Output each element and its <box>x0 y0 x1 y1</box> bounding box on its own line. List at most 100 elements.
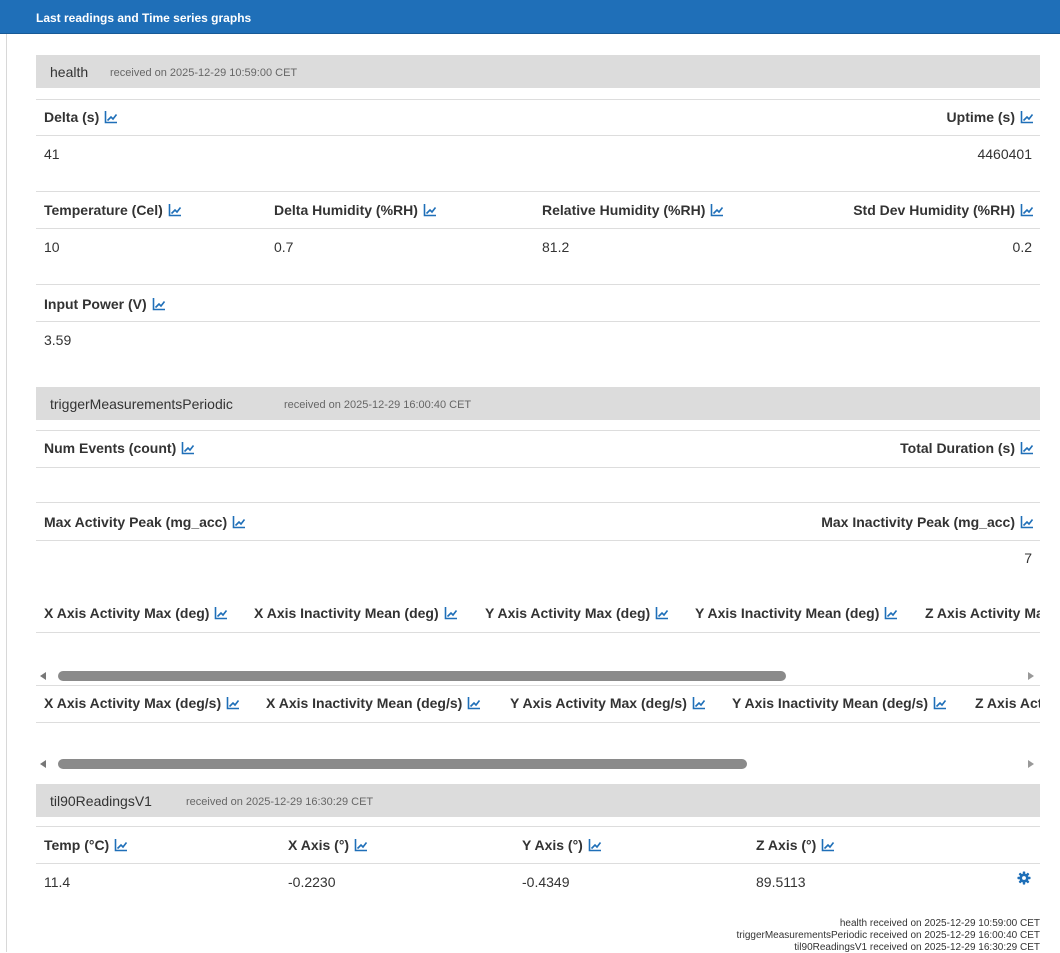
metric-value-y-axis: -0.4349 <box>522 874 570 890</box>
chart-icon[interactable] <box>354 838 368 852</box>
horizontal-scrollbar-degs[interactable] <box>36 757 1040 771</box>
label-text: Z Axis Activity Max (deg/s) <box>975 695 1040 711</box>
scroll-right-arrow-icon[interactable] <box>1028 760 1034 768</box>
chart-icon[interactable] <box>692 696 706 710</box>
metric-label-x-activity-max-deg: X Axis Activity Max (deg) <box>44 604 228 622</box>
metric-value-x-axis: -0.2230 <box>288 874 336 890</box>
metric-label-temperature: Temperature (Cel) <box>44 201 182 219</box>
label-text: Y Axis Inactivity Mean (deg/s) <box>732 695 929 711</box>
metric-label-delta-humidity: Delta Humidity (%RH) <box>274 201 437 219</box>
label-text: Delta Humidity (%RH) <box>274 202 418 218</box>
chart-icon[interactable] <box>710 203 724 217</box>
chart-icon[interactable] <box>1020 203 1034 217</box>
divider <box>36 502 1040 503</box>
divider <box>36 135 1040 136</box>
metric-label-z-activity-max-degs: Z Axis Activity Max (deg/s) <box>975 694 1040 712</box>
chart-icon[interactable] <box>821 838 835 852</box>
chart-icon[interactable] <box>1020 515 1034 529</box>
chart-icon[interactable] <box>181 441 195 455</box>
metric-label-temp: Temp (°C) <box>44 836 128 854</box>
scroll-left-arrow-icon[interactable] <box>40 672 46 680</box>
metric-label-z-axis: Z Axis (°) <box>756 836 835 854</box>
chart-icon[interactable] <box>467 696 481 710</box>
label-text: X Axis Inactivity Mean (deg) <box>254 605 439 621</box>
chart-icon[interactable] <box>1020 110 1034 124</box>
metric-label-num-events: Num Events (count) <box>44 439 195 457</box>
label-text: X Axis Activity Max (deg/s) <box>44 695 222 711</box>
metric-value-z-axis: 89.5113 <box>756 874 806 890</box>
label-text: Y Axis (°) <box>522 837 583 853</box>
footer-line-til90: til90ReadingsV1 received on 2025-12-29 1… <box>794 942 1040 953</box>
chart-icon[interactable] <box>114 838 128 852</box>
section-name: health <box>50 64 89 80</box>
metric-label-y-activity-max-deg: Y Axis Activity Max (deg) <box>485 604 669 622</box>
chart-icon[interactable] <box>884 606 898 620</box>
label-text: Max Activity Peak (mg_acc) <box>44 514 228 530</box>
chart-icon[interactable] <box>214 606 228 620</box>
metric-label-uptime: Uptime (s) <box>947 108 1034 126</box>
divider <box>36 685 1040 686</box>
label-text: X Axis (°) <box>288 837 350 853</box>
chart-icon[interactable] <box>444 606 458 620</box>
metric-label-x-activity-max-degs: X Axis Activity Max (deg/s) <box>44 694 240 712</box>
horizontal-scrollbar-deg[interactable] <box>36 669 1040 683</box>
chart-icon[interactable] <box>168 203 182 217</box>
scroll-left-arrow-icon[interactable] <box>40 760 46 768</box>
chart-icon[interactable] <box>226 696 240 710</box>
label-text: Max Inactivity Peak (mg_acc) <box>821 514 1015 530</box>
chart-icon[interactable] <box>588 838 602 852</box>
chart-icon[interactable] <box>655 606 669 620</box>
metric-label-x-inactivity-mean-degs: X Axis Inactivity Mean (deg/s) <box>266 694 481 712</box>
gear-icon[interactable] <box>1017 871 1031 885</box>
chart-icon[interactable] <box>933 696 947 710</box>
metric-label-z-activity-max-deg: Z Axis Activity Max (deg) <box>925 604 1040 622</box>
divider <box>36 826 1040 827</box>
scrollbar-thumb[interactable] <box>58 671 786 681</box>
metric-label-total-duration: Total Duration (s) <box>900 439 1034 457</box>
divider <box>36 863 1040 864</box>
section-received-time: received on 2025-12-29 16:30:29 CET <box>186 796 374 808</box>
metric-value-relative-humidity: 81.2 <box>542 239 570 255</box>
metric-label-x-axis: X Axis (°) <box>288 836 368 854</box>
metric-label-y-inactivity-mean-degs: Y Axis Inactivity Mean (deg/s) <box>732 694 947 712</box>
label-text: Temp (°C) <box>44 837 110 853</box>
metric-value-delta-humidity: 0.7 <box>274 239 294 255</box>
section-received-time: received on 2025-12-29 16:00:40 CET <box>284 399 472 411</box>
label-text: Y Axis Activity Max (deg) <box>485 605 651 621</box>
section-name: triggerMeasurementsPeriodic <box>50 396 233 412</box>
chart-icon[interactable] <box>1020 441 1034 455</box>
metric-value-temperature: 10 <box>44 239 60 255</box>
metric-value-delta: 41 <box>44 146 60 162</box>
top-bar: Last readings and Time series graphs <box>0 0 1060 34</box>
label-text: Total Duration (s) <box>900 440 1015 456</box>
deg-metrics-row: X Axis Activity Max (deg) X Axis Inactiv… <box>36 602 1040 624</box>
metric-label-y-axis: Y Axis (°) <box>522 836 602 854</box>
label-text: Z Axis Activity Max (deg) <box>925 605 1040 621</box>
page-title: Last readings and Time series graphs <box>36 11 252 25</box>
scrollbar-thumb[interactable] <box>58 759 747 769</box>
divider <box>36 540 1040 541</box>
panel-border <box>6 34 7 952</box>
divider <box>36 99 1040 100</box>
divider <box>36 191 1040 192</box>
metric-value-input-power: 3.59 <box>44 332 72 348</box>
metric-value-std-dev-humidity: 0.2 <box>1012 239 1032 255</box>
metric-label-max-inactivity-peak: Max Inactivity Peak (mg_acc) <box>821 513 1034 531</box>
chart-icon[interactable] <box>104 110 118 124</box>
scroll-right-arrow-icon[interactable] <box>1028 672 1034 680</box>
label-text: Z Axis (°) <box>756 837 817 853</box>
chart-icon[interactable] <box>423 203 437 217</box>
divider <box>36 467 1040 468</box>
label-text: X Axis Inactivity Mean (deg/s) <box>266 695 463 711</box>
divider <box>36 632 1040 633</box>
metric-value-temp: 11.4 <box>44 874 71 890</box>
label-text: Relative Humidity (%RH) <box>542 202 706 218</box>
divider <box>36 722 1040 723</box>
chart-icon[interactable] <box>152 297 166 311</box>
label-text: Delta (s) <box>44 109 100 125</box>
metric-label-delta: Delta (s) <box>44 108 118 126</box>
chart-icon[interactable] <box>232 515 246 529</box>
label-text: Input Power (V) <box>44 296 147 312</box>
section-name: til90ReadingsV1 <box>50 793 152 809</box>
divider <box>36 284 1040 285</box>
